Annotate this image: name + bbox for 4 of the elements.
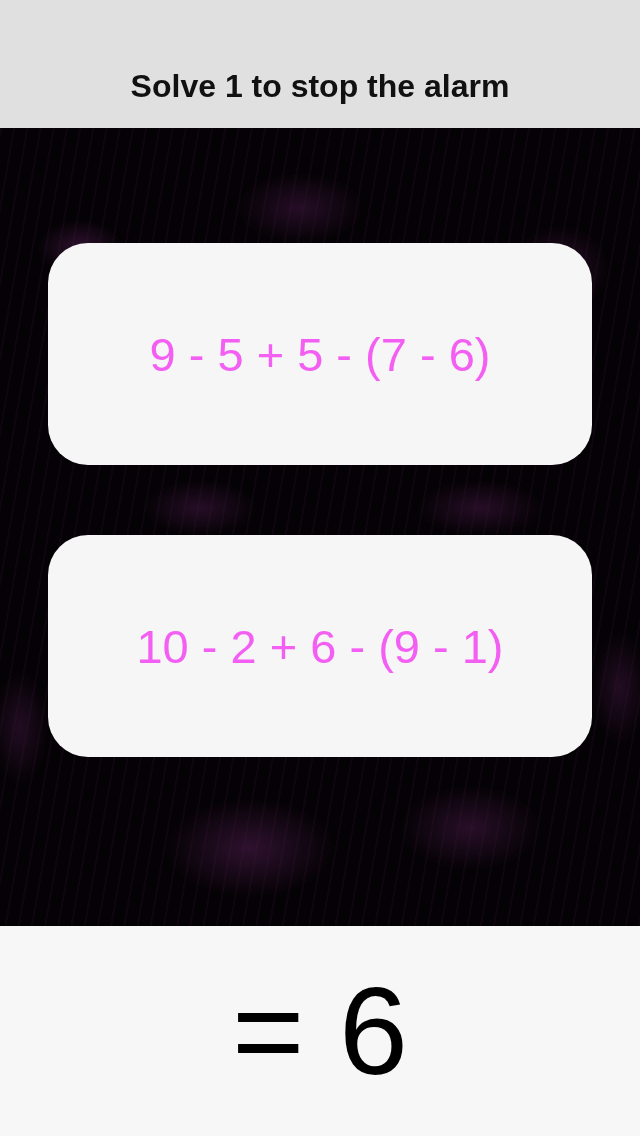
header-title: Solve 1 to stop the alarm [130,66,510,105]
expression-choice-button[interactable]: 9 - 5 + 5 - (7 - 6) [48,243,592,465]
target-value: = 6 [232,969,408,1093]
expression-choice-button[interactable]: 10 - 2 + 6 - (9 - 1) [48,535,592,757]
